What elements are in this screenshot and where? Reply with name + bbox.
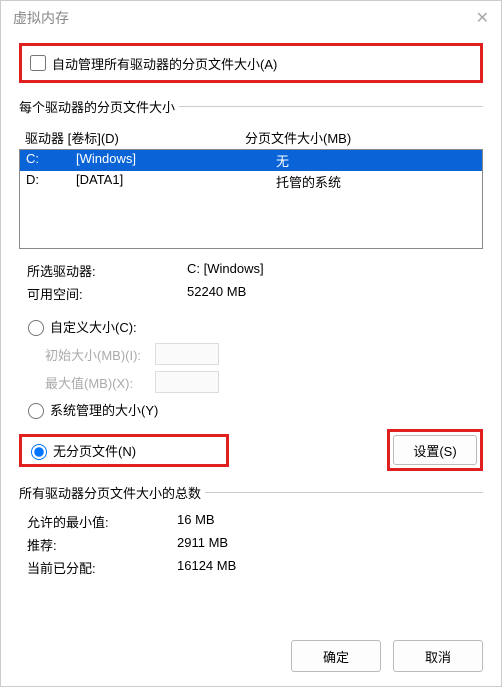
- initial-size-input: [155, 343, 219, 365]
- per-drive-legend: 每个驱动器的分页文件大小: [19, 97, 179, 116]
- max-size-row: 最大值(MB)(X):: [19, 368, 483, 396]
- selected-drive-label: 所选驱动器:: [27, 261, 187, 280]
- initial-size-label: 初始大小(MB)(I):: [45, 345, 155, 364]
- free-space-row: 可用空间: 52240 MB: [19, 282, 483, 305]
- selected-drive-value: C: [Windows]: [187, 261, 264, 280]
- window-title: 虚拟内存: [13, 8, 476, 28]
- cancel-button[interactable]: 取消: [393, 640, 483, 672]
- virtual-memory-dialog: 虚拟内存 ✕ 自动管理所有驱动器的分页文件大小(A) 每个驱动器的分页文件大小 …: [0, 0, 502, 687]
- rec-value: 2911 MB: [177, 535, 228, 554]
- totals-group: 所有驱动器分页文件大小的总数 允许的最小值: 16 MB 推荐: 2911 MB…: [19, 483, 483, 579]
- ok-button[interactable]: 确定: [291, 640, 381, 672]
- drive-label: [Windows]: [76, 151, 276, 170]
- free-space-label: 可用空间:: [27, 284, 187, 303]
- initial-size-row: 初始大小(MB)(I):: [19, 340, 483, 368]
- drive-size: 无: [276, 151, 476, 170]
- system-managed-radio[interactable]: [28, 403, 44, 419]
- titlebar: 虚拟内存 ✕: [1, 1, 501, 35]
- no-paging-option[interactable]: 无分页文件(N): [19, 434, 229, 467]
- list-headers: 驱动器 [卷标](D) 分页文件大小(MB): [19, 128, 483, 147]
- header-size: 分页文件大小(MB): [245, 128, 351, 147]
- drive-size: 托管的系统: [276, 172, 476, 191]
- per-drive-group: 每个驱动器的分页文件大小 驱动器 [卷标](D) 分页文件大小(MB) C: […: [19, 97, 483, 471]
- close-icon[interactable]: ✕: [476, 8, 489, 28]
- auto-manage-checkbox[interactable]: [30, 55, 46, 71]
- min-label: 允许的最小值:: [27, 512, 177, 531]
- drive-letter: D:: [26, 172, 76, 191]
- header-drive: 驱动器 [卷标](D): [25, 128, 245, 147]
- table-row[interactable]: C: [Windows] 无: [20, 150, 482, 171]
- drive-letter: C:: [26, 151, 76, 170]
- cur-value: 16124 MB: [177, 558, 236, 577]
- no-paging-row: 无分页文件(N) 设置(S): [19, 429, 483, 471]
- auto-manage-label: 自动管理所有驱动器的分页文件大小(A): [52, 54, 277, 73]
- set-button-wrap: 设置(S): [387, 429, 483, 471]
- table-row[interactable]: D: [DATA1] 托管的系统: [20, 171, 482, 192]
- size-options: 自定义大小(C): 初始大小(MB)(I): 最大值(MB)(X): 系统管理的…: [19, 313, 483, 471]
- min-row: 允许的最小值: 16 MB: [19, 510, 483, 533]
- no-paging-radio[interactable]: [31, 444, 47, 460]
- drive-label: [DATA1]: [76, 172, 276, 191]
- rec-row: 推荐: 2911 MB: [19, 533, 483, 556]
- rec-label: 推荐:: [27, 535, 177, 554]
- set-button[interactable]: 设置(S): [393, 435, 477, 465]
- auto-manage-row[interactable]: 自动管理所有驱动器的分页文件大小(A): [19, 43, 483, 83]
- content-area: 自动管理所有驱动器的分页文件大小(A) 每个驱动器的分页文件大小 驱动器 [卷标…: [1, 35, 501, 630]
- custom-size-radio[interactable]: [28, 320, 44, 336]
- system-managed-row[interactable]: 系统管理的大小(Y): [19, 396, 483, 423]
- totals-legend: 所有驱动器分页文件大小的总数: [19, 483, 205, 502]
- selected-drive-row: 所选驱动器: C: [Windows]: [19, 259, 483, 282]
- custom-size-label: 自定义大小(C):: [50, 317, 137, 336]
- max-size-label: 最大值(MB)(X):: [45, 373, 155, 392]
- max-size-input: [155, 371, 219, 393]
- no-paging-label: 无分页文件(N): [53, 441, 136, 460]
- min-value: 16 MB: [177, 512, 215, 531]
- dialog-footer: 确定 取消: [1, 630, 501, 686]
- custom-size-row[interactable]: 自定义大小(C):: [19, 313, 483, 340]
- drive-list[interactable]: C: [Windows] 无 D: [DATA1] 托管的系统: [19, 149, 483, 249]
- free-space-value: 52240 MB: [187, 284, 246, 303]
- cur-row: 当前已分配: 16124 MB: [19, 556, 483, 579]
- cur-label: 当前已分配:: [27, 558, 177, 577]
- system-managed-label: 系统管理的大小(Y): [50, 400, 158, 419]
